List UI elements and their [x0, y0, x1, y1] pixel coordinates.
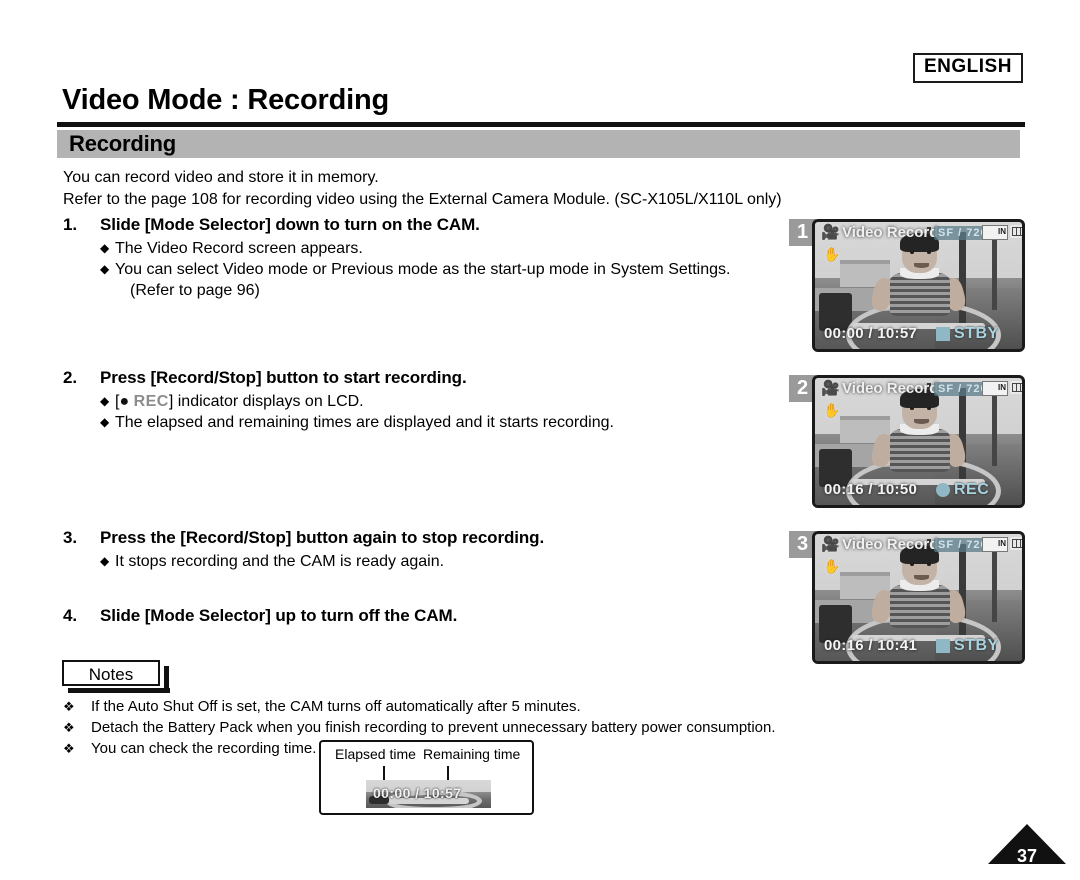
note-item-1: ❖ If the Auto Shut Off is set, the CAM tu…: [63, 697, 581, 717]
battery-icon: [1010, 381, 1022, 394]
step-2-number: 2.: [63, 368, 77, 387]
anti-shake-icon: ✋: [823, 402, 841, 418]
step-2-heading: 2. Press [Record/Stop] button to start re…: [63, 368, 803, 388]
anti-shake-icon: ✋: [823, 246, 841, 262]
step-1-bullet-1: ◆ The Video Record screen appears.: [100, 238, 803, 259]
battery-icon: [1010, 225, 1022, 238]
step-1: 1. Slide [Mode Selector] down to turn on …: [63, 215, 803, 301]
step-2-heading-text: Press [Record/Stop] button to start reco…: [100, 368, 467, 387]
lcd-status-label-3: STBY: [954, 637, 999, 654]
memory-label-1: IN: [998, 227, 1006, 236]
clover-bullet-icon: ❖: [63, 741, 75, 756]
lcd-status-label-2: REC: [954, 481, 990, 498]
diamond-bullet-icon: ◆: [100, 394, 110, 408]
step-2-bullet-2: ◆ The elapsed and remaining times are di…: [100, 412, 803, 433]
title-divider: [57, 122, 1025, 127]
callout-lcd-time: 00:00 / 10:57: [373, 785, 462, 801]
lcd-time-2: 00:16 / 10:50: [824, 481, 918, 498]
diamond-bullet-icon: ◆: [100, 241, 110, 255]
clover-bullet-icon: ❖: [63, 699, 75, 714]
lcd-mode-label-2: Video Record: [842, 380, 939, 397]
memory-label-2: IN: [998, 383, 1006, 392]
step-3-bullets: ◆ It stops recording and the CAM is read…: [63, 551, 803, 572]
step-1-heading-text: Slide [Mode Selector] down to turn on th…: [100, 215, 480, 234]
lcd-mode-label-3: Video Record: [842, 536, 939, 553]
step-2-bullet-2-text: The elapsed and remaining times are disp…: [115, 414, 614, 431]
step-1-bullet-2: ◆ You can select Video mode or Previous …: [100, 259, 803, 301]
step-3-bullet-1-text: It stops recording and the CAM is ready …: [115, 553, 445, 570]
memory-label-3: IN: [998, 539, 1006, 548]
stby-square-icon: [936, 639, 950, 653]
lcd-time-1: 00:00 / 10:57: [824, 325, 918, 342]
step-4-number: 4.: [63, 606, 77, 625]
step-1-number: 1.: [63, 215, 77, 234]
language-badge: ENGLISH: [913, 53, 1023, 83]
anti-shake-icon: ✋: [823, 558, 841, 574]
lcd-time-3: 00:16 / 10:41: [824, 637, 918, 654]
step-3-number: 3.: [63, 528, 77, 547]
internal-memory-icon-3: IN: [982, 537, 1008, 552]
step-2: 2. Press [Record/Stop] button to start re…: [63, 368, 803, 433]
step-1-subline: (Refer to page 96): [130, 282, 260, 299]
step-1-bullet-1-text: The Video Record screen appears.: [115, 240, 363, 257]
step-2-bullets: ◆ [● REC] indicator displays on LCD. ◆ T…: [63, 391, 803, 433]
note-item-1-text: If the Auto Shut Off is set, the CAM tur…: [91, 698, 581, 715]
note-item-3: ❖ You can check the recording time.: [63, 739, 316, 759]
lcd-top-bar-1: 🎥 Video Record SF / 720 IN: [815, 222, 1022, 244]
step-3-bullet-1: ◆ It stops recording and the CAM is read…: [100, 551, 803, 572]
lcd-screenshot-1: 🎥 Video Record SF / 720 IN ✋ 00:00 / 10:…: [812, 219, 1025, 352]
intro-line-1: You can record video and store it in mem…: [63, 169, 379, 186]
note-item-2-text: Detach the Battery Pack when you finish …: [91, 719, 776, 736]
record-dot-icon: ●: [119, 393, 130, 410]
diamond-bullet-icon: ◆: [100, 415, 110, 429]
step-1-bullet-2-text: You can select Video mode or Previous mo…: [115, 261, 731, 278]
lcd-status-label-1: STBY: [954, 325, 999, 342]
step-3-heading-text: Press the [Record/Stop] button again to …: [100, 528, 545, 547]
stby-square-icon: [936, 327, 950, 341]
remaining-time-label: Remaining time: [423, 746, 521, 762]
intro-line-2: Refer to the page 108 for recording vide…: [63, 191, 782, 208]
camcorder-icon: 🎥: [821, 536, 840, 553]
step-1-bullets: ◆ The Video Record screen appears. ◆ You…: [63, 238, 803, 301]
rec-circle-icon: [936, 483, 950, 497]
step-3: 3. Press the [Record/Stop] button again t…: [63, 528, 803, 572]
rec-indicator-label: REC: [133, 393, 169, 410]
battery-icon: [1010, 537, 1022, 550]
step-1-heading: 1. Slide [Mode Selector] down to turn on …: [63, 215, 803, 235]
diamond-bullet-icon: ◆: [100, 554, 110, 568]
step-4-heading: 4. Slide [Mode Selector] up to turn off t…: [63, 606, 803, 626]
intro-paragraph: You can record video and store it in mem…: [63, 167, 803, 211]
lcd-status-bar-2: 00:16 / 10:50 REC: [815, 481, 1022, 501]
page-title: Video Mode : Recording: [62, 84, 389, 116]
step-2-bullet-1: ◆ [● REC] indicator displays on LCD.: [100, 391, 803, 412]
lcd-status-bar-3: 00:16 / 10:41 STBY: [815, 637, 1022, 657]
lcd-top-bar-2: 🎥 Video Record SF / 720 IN: [815, 378, 1022, 400]
lcd-status-bar-1: 00:00 / 10:57 STBY: [815, 325, 1022, 345]
lcd-screenshot-3: 🎥 Video Record SF / 720 IN ✋ 00:16 / 10:…: [812, 531, 1025, 664]
rec-suffix-text: ] indicator displays on LCD.: [168, 393, 364, 410]
notes-label: Notes: [62, 660, 170, 693]
callout-lcd-strip: 00:00 / 10:57: [366, 780, 491, 808]
step-4: 4. Slide [Mode Selector] up to turn off t…: [63, 606, 803, 626]
step-3-heading: 3. Press the [Record/Stop] button again t…: [63, 528, 803, 548]
internal-memory-icon-2: IN: [982, 381, 1008, 396]
camcorder-icon: 🎥: [821, 380, 840, 397]
section-bar: [57, 130, 1020, 158]
diamond-bullet-icon: ◆: [100, 262, 110, 276]
step-4-heading-text: Slide [Mode Selector] up to turn off the…: [100, 606, 458, 625]
lcd-top-bar-3: 🎥 Video Record SF / 720 IN: [815, 534, 1022, 556]
note-item-3-text: You can check the recording time.: [91, 740, 317, 757]
lcd-mode-label-1: Video Record: [842, 224, 939, 241]
clover-bullet-icon: ❖: [63, 720, 75, 735]
elapsed-time-label: Elapsed time: [335, 746, 416, 762]
camcorder-icon: 🎥: [821, 224, 840, 241]
recording-time-callout: Elapsed time Remaining time 00:00 / 10:5…: [319, 740, 534, 815]
section-title: Recording: [69, 131, 176, 156]
note-item-2: ❖ Detach the Battery Pack when you finish…: [63, 718, 776, 738]
internal-memory-icon-1: IN: [982, 225, 1008, 240]
page-number: 37: [1016, 846, 1038, 866]
lcd-screenshot-2: 🎥 Video Record SF / 720 IN ✋ 00:16 / 10:…: [812, 375, 1025, 508]
